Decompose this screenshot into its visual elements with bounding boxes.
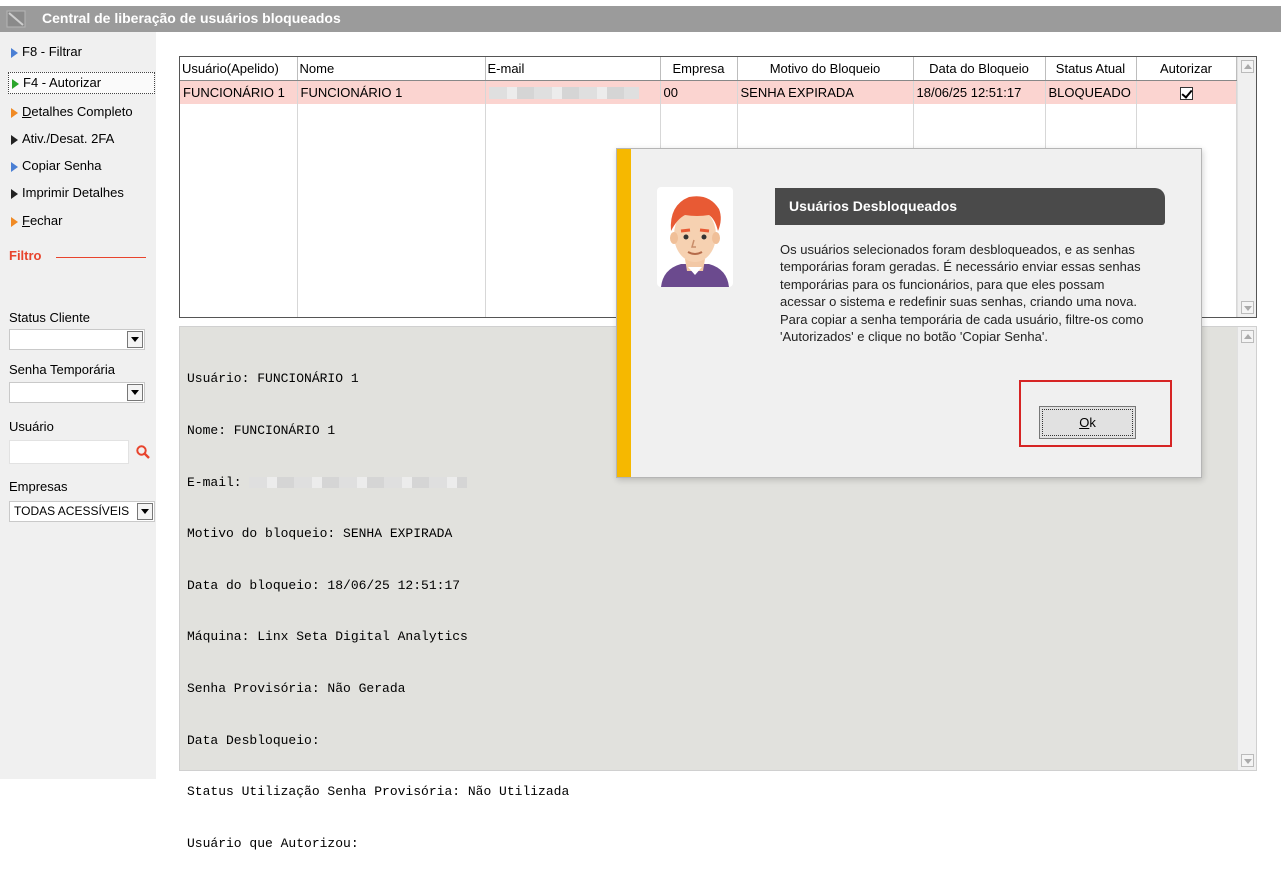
dialog-message: Os usuários selecionados foram desbloque…	[780, 242, 1144, 345]
autorizar-checkbox[interactable]	[1179, 86, 1193, 100]
column-header[interactable]: Empresa	[660, 57, 738, 81]
detail-line: Nome: FUNCIONÁRIO 1	[187, 423, 336, 439]
status-cliente-label: Status Cliente	[9, 310, 90, 325]
chevron-down-icon[interactable]	[127, 384, 143, 401]
senha-temporaria-label: Senha Temporária	[9, 362, 115, 377]
user-avatar-icon	[657, 187, 733, 287]
menu-imprimir-detalhes[interactable]: Imprimir Detalhes	[8, 183, 124, 205]
dialog-title: Usuários Desbloqueados	[775, 188, 1165, 225]
menu-detalhes-mnemonic: D	[22, 104, 32, 119]
column-header[interactable]: Autorizar	[1136, 57, 1237, 81]
arrow-right-icon	[11, 162, 18, 172]
cell-status[interactable]: BLOQUEADO	[1045, 80, 1137, 104]
detail-line: Máquina: Linx Seta Digital Analytics	[187, 629, 468, 645]
detail-line: Status Utilização Senha Provisória: Não …	[187, 784, 570, 800]
app-icon	[6, 10, 26, 28]
chevron-down-icon[interactable]	[127, 331, 143, 348]
menu-ativ-desat-2fa[interactable]: Ativ./Desat. 2FA	[8, 129, 114, 151]
grid-scrollbar[interactable]	[1237, 57, 1256, 317]
menu-autorizar-label: F4 - Autorizar	[23, 75, 102, 90]
detail-line: E-mail:	[187, 474, 569, 491]
arrow-right-icon	[11, 108, 18, 118]
unblocked-users-dialog: Usuários Desbloqueados Os usuários selec…	[616, 148, 1202, 478]
column-header[interactable]: Nome	[297, 57, 486, 81]
cell-email[interactable]	[485, 80, 661, 104]
usuario-input[interactable]	[9, 440, 129, 464]
arrow-right-icon	[12, 79, 19, 89]
cell-empresa[interactable]: 00	[660, 80, 738, 104]
detail-line: Data Desbloqueio:	[187, 732, 320, 748]
details-scrollbar[interactable]	[1237, 327, 1256, 770]
column-header[interactable]: Status Atual	[1045, 57, 1137, 81]
scroll-up-icon[interactable]	[1241, 60, 1254, 73]
ok-button[interactable]: Ok	[1039, 406, 1136, 439]
ok-label: k	[1089, 415, 1096, 430]
menu-filtrar-label: F8 - Filtrar	[22, 44, 82, 59]
senha-temporaria-select[interactable]	[9, 382, 145, 403]
detail-line: Senha Provisória: Não Gerada	[187, 681, 406, 697]
menu-fechar-mnemonic: F	[22, 213, 30, 228]
dialog-accent-stripe	[617, 149, 631, 477]
column-header[interactable]: Usuário(Apelido)	[180, 57, 298, 81]
menu-detalhes-completo[interactable]: Detalhes Completo	[8, 102, 133, 124]
filter-heading: Filtro	[9, 248, 42, 263]
column-header[interactable]: E-mail	[485, 57, 661, 81]
menu-fechar-label: echar	[29, 213, 63, 228]
scroll-down-icon[interactable]	[1241, 754, 1254, 767]
detail-email-label: E-mail:	[187, 474, 250, 490]
menu-filtrar[interactable]: F8 - Filtrar	[8, 42, 82, 64]
menu-autorizar[interactable]: F4 - Autorizar	[8, 72, 155, 94]
cell-motivo[interactable]: SENHA EXPIRADA	[737, 80, 914, 104]
empresas-value: TODAS ACESSÍVEIS	[14, 504, 130, 518]
window-title-bar: Central de liberação de usuários bloquea…	[0, 6, 1281, 32]
window-title: Central de liberação de usuários bloquea…	[42, 10, 341, 26]
menu-fechar[interactable]: Fechar	[8, 211, 62, 233]
detail-line: Data do bloqueio: 18/06/25 12:51:17	[187, 577, 461, 593]
sidebar: F8 - Filtrar F4 - Autorizar Detalhes Com…	[0, 32, 156, 779]
empresas-select[interactable]: TODAS ACESSÍVEIS	[9, 501, 155, 522]
menu-detalhes-label: etalhes Completo	[31, 104, 133, 119]
scroll-up-icon[interactable]	[1241, 330, 1254, 343]
menu-2fa-label: Ativ./Desat. 2FA	[22, 131, 115, 146]
grid-header-row: Usuário(Apelido) Nome E-mail Empresa Mot…	[180, 57, 1237, 81]
scroll-down-icon[interactable]	[1241, 301, 1254, 314]
search-icon[interactable]	[135, 444, 151, 460]
menu-imprimir-label: Imprimir Detalhes	[22, 185, 124, 200]
empresas-label: Empresas	[9, 479, 68, 494]
cell-apelido[interactable]: FUNCIONÁRIO 1	[180, 80, 298, 104]
detail-line: Usuário: FUNCIONÁRIO 1	[187, 371, 359, 387]
cell-autorizar[interactable]	[1136, 80, 1237, 104]
detail-line: Motivo do bloqueio: SENHA EXPIRADA	[187, 526, 453, 542]
filter-divider	[56, 257, 146, 258]
cell-data[interactable]: 18/06/25 12:51:17	[913, 80, 1046, 104]
chevron-down-icon[interactable]	[137, 503, 153, 520]
cell-nome[interactable]: FUNCIONÁRIO 1	[297, 80, 486, 104]
arrow-right-icon	[11, 135, 18, 145]
arrow-right-icon	[11, 217, 18, 227]
redacted-email	[488, 87, 639, 100]
ok-mnemonic: O	[1079, 415, 1090, 430]
column-header[interactable]: Data do Bloqueio	[913, 57, 1046, 81]
usuario-label: Usuário	[9, 419, 54, 434]
arrow-right-icon	[11, 189, 18, 199]
menu-copiar-senha[interactable]: Copiar Senha	[8, 156, 102, 178]
detail-line: Usuário que Autorizou:	[187, 835, 359, 851]
menu-copiar-senha-label: Copiar Senha	[22, 158, 102, 173]
arrow-right-icon	[11, 48, 18, 58]
table-row[interactable]: FUNCIONÁRIO 1 FUNCIONÁRIO 1 00 SENHA EXP…	[180, 80, 1237, 104]
status-cliente-select[interactable]	[9, 329, 145, 350]
redacted-email	[249, 476, 468, 488]
details-text: Usuário: FUNCIONÁRIO 1 Nome: FUNCIONÁRIO…	[187, 336, 569, 887]
column-header[interactable]: Motivo do Bloqueio	[737, 57, 914, 81]
